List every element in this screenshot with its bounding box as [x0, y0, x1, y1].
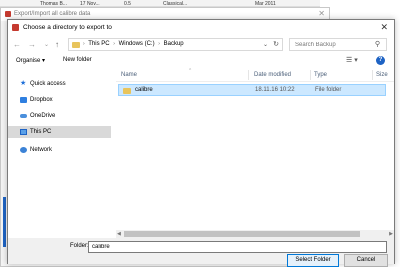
- organise-button[interactable]: Organise ▾: [16, 57, 45, 64]
- nav-item-label: This PC: [30, 129, 52, 135]
- nav-item-label: Dropbox: [30, 97, 53, 103]
- nav-item-label: OneDrive: [30, 113, 56, 119]
- column-divider[interactable]: [372, 70, 373, 80]
- file-type: File folder: [315, 87, 342, 93]
- background-book-row[interactable]: Thomas B... 17 Nov... 0.5 Classical... M…: [0, 0, 320, 7]
- folder-icon: [123, 88, 131, 94]
- cloud-icon: [20, 114, 27, 118]
- select-folder-button[interactable]: Select Folder: [287, 254, 339, 267]
- column-divider[interactable]: [310, 70, 311, 80]
- nav-item-label: Network: [30, 147, 53, 153]
- breadcrumb-windows-c[interactable]: Windows (C:): [119, 41, 155, 47]
- sort-caret-icon: ⌃: [188, 68, 193, 74]
- dialog-title: Choose a directory to export to: [23, 24, 112, 31]
- background-close-icon[interactable]: ✕: [318, 9, 325, 18]
- search-icon[interactable]: ⚲: [375, 40, 380, 48]
- chevron-down-icon[interactable]: ⌄: [263, 41, 268, 48]
- nav-item-label: Quick access: [30, 81, 66, 87]
- folder-label: Folder:: [70, 243, 89, 249]
- dialog-footer: Folder: Select Folder Cancel: [8, 238, 394, 267]
- search-input[interactable]: [289, 38, 387, 51]
- breadcrumb-separator: ›: [158, 41, 160, 47]
- file-list: ⌃ Name Date modified Type Size calibre 1…: [116, 68, 394, 230]
- cancel-button[interactable]: Cancel: [344, 254, 388, 267]
- nav-item-onedrive[interactable]: OneDrive: [8, 110, 111, 122]
- column-header-date-modified[interactable]: Date modified: [254, 72, 291, 78]
- close-icon[interactable]: ✕: [380, 22, 388, 33]
- computer-icon: [20, 129, 27, 135]
- breadcrumb-separator: ›: [83, 41, 85, 47]
- view-options-icon[interactable]: ☰ ▾: [346, 56, 358, 64]
- column-header-size[interactable]: Size: [376, 72, 388, 78]
- refresh-icon[interactable]: ↻: [273, 40, 279, 48]
- horizontal-scrollbar[interactable]: ◀ ▶: [116, 230, 394, 238]
- folder-name-input[interactable]: [88, 241, 387, 253]
- breadcrumb-separator: ›: [113, 41, 115, 47]
- column-header-name[interactable]: Name: [121, 72, 137, 78]
- nav-item-network[interactable]: Network: [8, 144, 111, 156]
- background-dialog-title: Export/Import all calibre data: [14, 11, 91, 17]
- up-arrow-icon[interactable]: ↑: [55, 39, 59, 51]
- scroll-right-icon[interactable]: ▶: [389, 230, 393, 238]
- calibre-app-icon: [12, 24, 19, 31]
- address-bar[interactable]: › This PC › Windows (C:) › Backup ⌄ ↻: [68, 38, 283, 51]
- scrollbar-thumb[interactable]: [124, 231, 360, 237]
- star-icon: ★: [20, 80, 27, 87]
- new-folder-button[interactable]: New folder: [63, 57, 92, 63]
- file-name: calibre: [135, 87, 153, 93]
- folder-icon: [72, 42, 80, 48]
- column-headers: ⌃ Name Date modified Type Size: [116, 68, 394, 82]
- file-date-modified: 18.11.16 10:22: [255, 87, 295, 93]
- toolbar: Organise ▾ New folder ☰ ▾ ?: [8, 56, 394, 68]
- forward-arrow-icon[interactable]: →: [28, 39, 36, 51]
- back-arrow-icon[interactable]: ←: [13, 39, 21, 51]
- help-icon[interactable]: ?: [376, 56, 385, 65]
- nav-item-quick-access[interactable]: ★ Quick access: [8, 78, 111, 90]
- dialog-titlebar: Choose a directory to export to ✕: [8, 20, 394, 36]
- nav-item-dropbox[interactable]: Dropbox: [8, 94, 111, 106]
- background-selection-strip: [3, 197, 6, 247]
- navigation-pane: ★ Quick access Dropbox OneDrive This PC …: [8, 70, 111, 234]
- list-item[interactable]: calibre 18.11.16 10:22 File folder: [118, 84, 386, 96]
- column-header-type[interactable]: Type: [314, 72, 327, 78]
- dropbox-icon: [20, 97, 27, 103]
- scroll-left-icon[interactable]: ◀: [117, 230, 121, 238]
- calibre-app-icon: [5, 11, 11, 17]
- column-divider[interactable]: [248, 70, 249, 80]
- breadcrumb: › This PC › Windows (C:) › Backup: [83, 41, 186, 47]
- recent-locations-chevron-icon[interactable]: ⌄: [44, 39, 49, 51]
- network-icon: [20, 147, 27, 153]
- breadcrumb-backup[interactable]: Backup: [164, 41, 184, 47]
- choose-directory-dialog: Choose a directory to export to ✕ ← → ⌄ …: [7, 19, 395, 267]
- breadcrumb-this-pc[interactable]: This PC: [88, 41, 109, 47]
- address-row: ← → ⌄ ↑ › This PC › Windows (C:) › Backu…: [8, 38, 394, 52]
- nav-item-this-pc[interactable]: This PC: [8, 126, 111, 138]
